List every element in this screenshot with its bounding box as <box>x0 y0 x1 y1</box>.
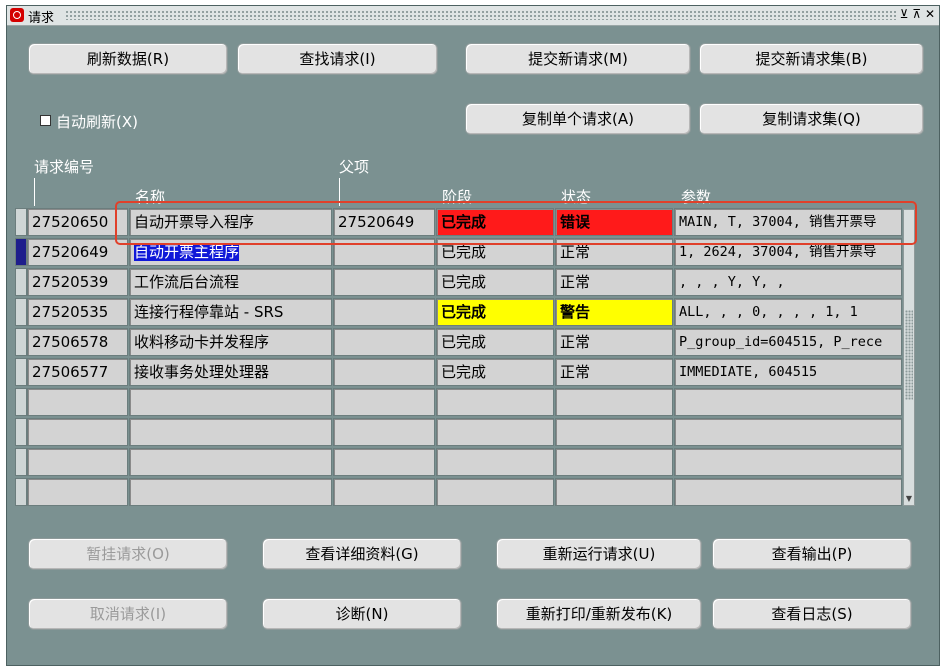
cell-phase[interactable]: 已完成 <box>436 298 554 326</box>
header-parent: 父项 <box>339 158 370 176</box>
cell-empty[interactable] <box>674 388 902 416</box>
copy-request-set-button[interactable]: 复制请求集(Q) <box>699 103 924 135</box>
cell-status-warning[interactable]: 警告 <box>555 298 673 326</box>
cell-empty[interactable] <box>674 418 902 446</box>
row-selector[interactable] <box>15 298 27 326</box>
cell-empty[interactable] <box>27 448 128 476</box>
row-selector[interactable] <box>15 328 27 356</box>
oracle-logo-icon <box>10 8 24 22</box>
cell-parameters[interactable]: P_group_id=604515, P_rece <box>674 328 902 356</box>
row-selector[interactable] <box>15 358 27 386</box>
view-log-button[interactable]: 查看日志(S) <box>712 598 912 630</box>
cell-request-id[interactable]: 27520539 <box>27 268 128 296</box>
selected-text: 自动开票主程序 <box>134 243 240 261</box>
window-controls[interactable]: ⊻ ⊼ ✕ <box>900 7 935 21</box>
header-divider <box>34 178 35 206</box>
cell-empty[interactable] <box>27 388 128 416</box>
diagnose-button[interactable]: 诊断(N) <box>262 598 462 630</box>
cell-empty[interactable] <box>129 388 332 416</box>
cancel-request-button[interactable]: 取消请求(I) <box>28 598 228 630</box>
cell-empty[interactable] <box>333 448 435 476</box>
cell-empty[interactable] <box>436 418 554 446</box>
cell-empty[interactable] <box>436 388 554 416</box>
cell-empty[interactable] <box>333 478 435 506</box>
cell-empty[interactable] <box>555 478 673 506</box>
submit-new-request-set-button[interactable]: 提交新请求集(B) <box>699 43 924 75</box>
cell-parent[interactable] <box>333 268 435 296</box>
cell-parent[interactable] <box>333 358 435 386</box>
scrollbar-thumb[interactable] <box>905 310 913 400</box>
cell-empty[interactable] <box>674 478 902 506</box>
cell-name[interactable]: 连接行程停靠站 - SRS <box>129 298 332 326</box>
view-details-button[interactable]: 查看详细资料(G) <box>262 538 462 570</box>
copy-single-request-button[interactable]: 复制单个请求(A) <box>465 103 691 135</box>
cell-phase[interactable]: 已完成 <box>436 358 554 386</box>
row-selector[interactable] <box>15 388 27 416</box>
cell-request-id[interactable]: 27506577 <box>27 358 128 386</box>
cell-request-id[interactable]: 27520649 <box>27 238 128 266</box>
hold-request-button[interactable]: 暂挂请求(O) <box>28 538 228 570</box>
cell-request-id[interactable]: 27520650 <box>27 208 128 236</box>
row-selector[interactable] <box>15 478 27 506</box>
rerun-request-button[interactable]: 重新运行请求(U) <box>496 538 702 570</box>
cell-name[interactable]: 接收事务处理处理器 <box>129 358 332 386</box>
highlight-annotation-box <box>115 201 917 245</box>
row-selector[interactable] <box>15 418 27 446</box>
find-requests-button[interactable]: 查找请求(I) <box>237 43 438 75</box>
header-request-id: 请求编号 <box>34 158 95 176</box>
row-selector[interactable] <box>15 208 27 236</box>
cell-empty[interactable] <box>27 418 128 446</box>
requests-window: 请求 ⊻ ⊼ ✕ 刷新数据(R) 查找请求(I) 提交新请求(M) 提交新请求集… <box>6 5 940 666</box>
title-bar: 请求 ⊻ ⊼ ✕ <box>7 6 939 26</box>
row-selector[interactable] <box>15 448 27 476</box>
cell-phase[interactable]: 已完成 <box>436 268 554 296</box>
cell-status[interactable]: 正常 <box>555 328 673 356</box>
cell-name[interactable]: 工作流后台流程 <box>129 268 332 296</box>
title-bar-pattern <box>65 10 897 20</box>
cell-parent[interactable] <box>333 298 435 326</box>
cell-empty[interactable] <box>129 448 332 476</box>
reprint-republish-button[interactable]: 重新打印/重新发布(K) <box>496 598 702 630</box>
cell-empty[interactable] <box>333 418 435 446</box>
cell-request-id[interactable]: 27506578 <box>27 328 128 356</box>
submit-new-request-button[interactable]: 提交新请求(M) <box>465 43 691 75</box>
cell-empty[interactable] <box>436 448 554 476</box>
cell-request-id[interactable]: 27520535 <box>27 298 128 326</box>
scroll-down-arrow-icon[interactable]: ▼ <box>904 493 914 505</box>
cell-empty[interactable] <box>27 478 128 506</box>
cell-status[interactable]: 正常 <box>555 358 673 386</box>
cell-empty[interactable] <box>555 418 673 446</box>
refresh-data-button[interactable]: 刷新数据(R) <box>28 43 228 75</box>
row-selector-active[interactable] <box>15 238 27 266</box>
cell-empty[interactable] <box>333 388 435 416</box>
cell-parameters[interactable]: IMMEDIATE, 604515 <box>674 358 902 386</box>
cell-empty[interactable] <box>436 478 554 506</box>
row-selector[interactable] <box>15 268 27 296</box>
cell-status[interactable]: 正常 <box>555 268 673 296</box>
cell-empty[interactable] <box>674 448 902 476</box>
auto-refresh-checkbox[interactable]: 自动刷新(X) <box>40 111 138 132</box>
cell-name[interactable]: 收料移动卡并发程序 <box>129 328 332 356</box>
auto-refresh-label: 自动刷新(X) <box>56 113 138 131</box>
cell-phase[interactable]: 已完成 <box>436 328 554 356</box>
cell-empty[interactable] <box>129 478 332 506</box>
checkbox-box[interactable] <box>40 115 51 126</box>
cell-parent[interactable] <box>333 328 435 356</box>
cell-parameters[interactable]: , , , Y, Y, , <box>674 268 902 296</box>
cell-parameters[interactable]: ALL, , , 0, , , , 1, 1 <box>674 298 902 326</box>
window-title: 请求 <box>28 11 55 26</box>
vertical-scrollbar[interactable]: ▼ <box>903 209 915 506</box>
cell-empty[interactable] <box>555 448 673 476</box>
cell-empty[interactable] <box>555 388 673 416</box>
view-output-button[interactable]: 查看输出(P) <box>712 538 912 570</box>
cell-empty[interactable] <box>129 418 332 446</box>
